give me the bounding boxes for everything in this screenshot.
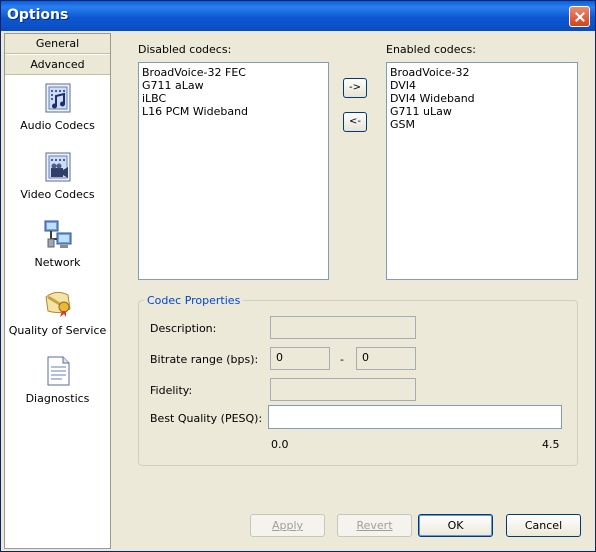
revert-button[interactable]: Revert: [337, 514, 412, 537]
close-button[interactable]: [569, 6, 590, 27]
sidebar-item-audio-codecs[interactable]: Audio Codecs: [5, 82, 110, 144]
network-icon: [44, 220, 72, 248]
sidebar-tab-general[interactable]: General: [5, 34, 110, 54]
video-codecs-icon: [45, 152, 71, 182]
window-title: Options: [7, 7, 69, 23]
codec-properties-legend: Codec Properties: [144, 294, 244, 307]
ok-button[interactable]: OK: [418, 514, 493, 537]
sidebar-item-label: Network: [34, 256, 81, 269]
sidebar-item-label: Audio Codecs: [20, 119, 95, 132]
sidebar-item-label: Diagnostics: [25, 392, 90, 405]
list-item[interactable]: BroadVoice-32 FEC: [142, 66, 325, 79]
apply-button-label: Apply: [271, 519, 304, 532]
fidelity-field: [270, 378, 416, 401]
description-label: Description:: [150, 322, 217, 335]
list-item[interactable]: GSM: [390, 118, 574, 131]
options-window: Options General Advanced Audio Codecs Vi…: [0, 0, 596, 552]
sidebar-item-label: Video Codecs: [20, 188, 95, 201]
audio-codecs-icon: [45, 83, 71, 113]
list-item[interactable]: iLBC: [142, 92, 325, 105]
cancel-button[interactable]: Cancel: [506, 514, 581, 537]
scale-max-label: 4.5: [542, 438, 560, 451]
quality-of-service-icon: [45, 291, 71, 317]
sidebar-item-network[interactable]: Network: [5, 219, 110, 281]
bitrate-min-field: 0: [270, 347, 330, 370]
description-field: [270, 316, 416, 339]
bitrate-range-separator: -: [340, 353, 344, 366]
best-quality-label: Best Quality (PESQ):: [150, 412, 263, 425]
move-to-disabled-button[interactable]: <-: [343, 112, 367, 132]
bitrate-range-label: Bitrate range (bps):: [150, 353, 259, 366]
disabled-codecs-label: Disabled codecs:: [138, 43, 232, 56]
move-to-enabled-button[interactable]: ->: [343, 78, 367, 98]
list-item[interactable]: G711 aLaw: [142, 79, 325, 92]
diagnostics-icon: [47, 356, 70, 386]
list-item[interactable]: L16 PCM Wideband: [142, 105, 325, 118]
revert-button-label: Revert: [356, 519, 393, 532]
disabled-codecs-list[interactable]: BroadVoice-32 FEC G711 aLaw iLBC L16 PCM…: [138, 62, 329, 280]
fidelity-label: Fidelity:: [150, 384, 193, 397]
enabled-codecs-label: Enabled codecs:: [386, 43, 476, 56]
bitrate-max-field: 0: [356, 347, 416, 370]
scale-min-label: 0.0: [271, 438, 289, 451]
list-item[interactable]: BroadVoice-32: [390, 66, 574, 79]
list-item[interactable]: G711 uLaw: [390, 105, 574, 118]
enabled-codecs-list[interactable]: BroadVoice-32 DVI4 DVI4 Wideband G711 uL…: [386, 62, 578, 280]
best-quality-bar: [268, 405, 562, 429]
list-item[interactable]: DVI4: [390, 79, 574, 92]
sidebar: General Advanced Audio Codecs Video Code…: [4, 33, 111, 549]
apply-button[interactable]: Apply: [250, 514, 325, 537]
list-item[interactable]: DVI4 Wideband: [390, 92, 574, 105]
sidebar-item-video-codecs[interactable]: Video Codecs: [5, 151, 110, 213]
sidebar-item-label: Quality of Service: [8, 324, 107, 337]
sidebar-item-quality-of-service[interactable]: Quality of Service: [5, 287, 110, 349]
sidebar-item-diagnostics[interactable]: Diagnostics: [5, 355, 110, 417]
title-bar[interactable]: Options: [1, 1, 595, 31]
sidebar-tab-advanced[interactable]: Advanced: [5, 55, 110, 75]
